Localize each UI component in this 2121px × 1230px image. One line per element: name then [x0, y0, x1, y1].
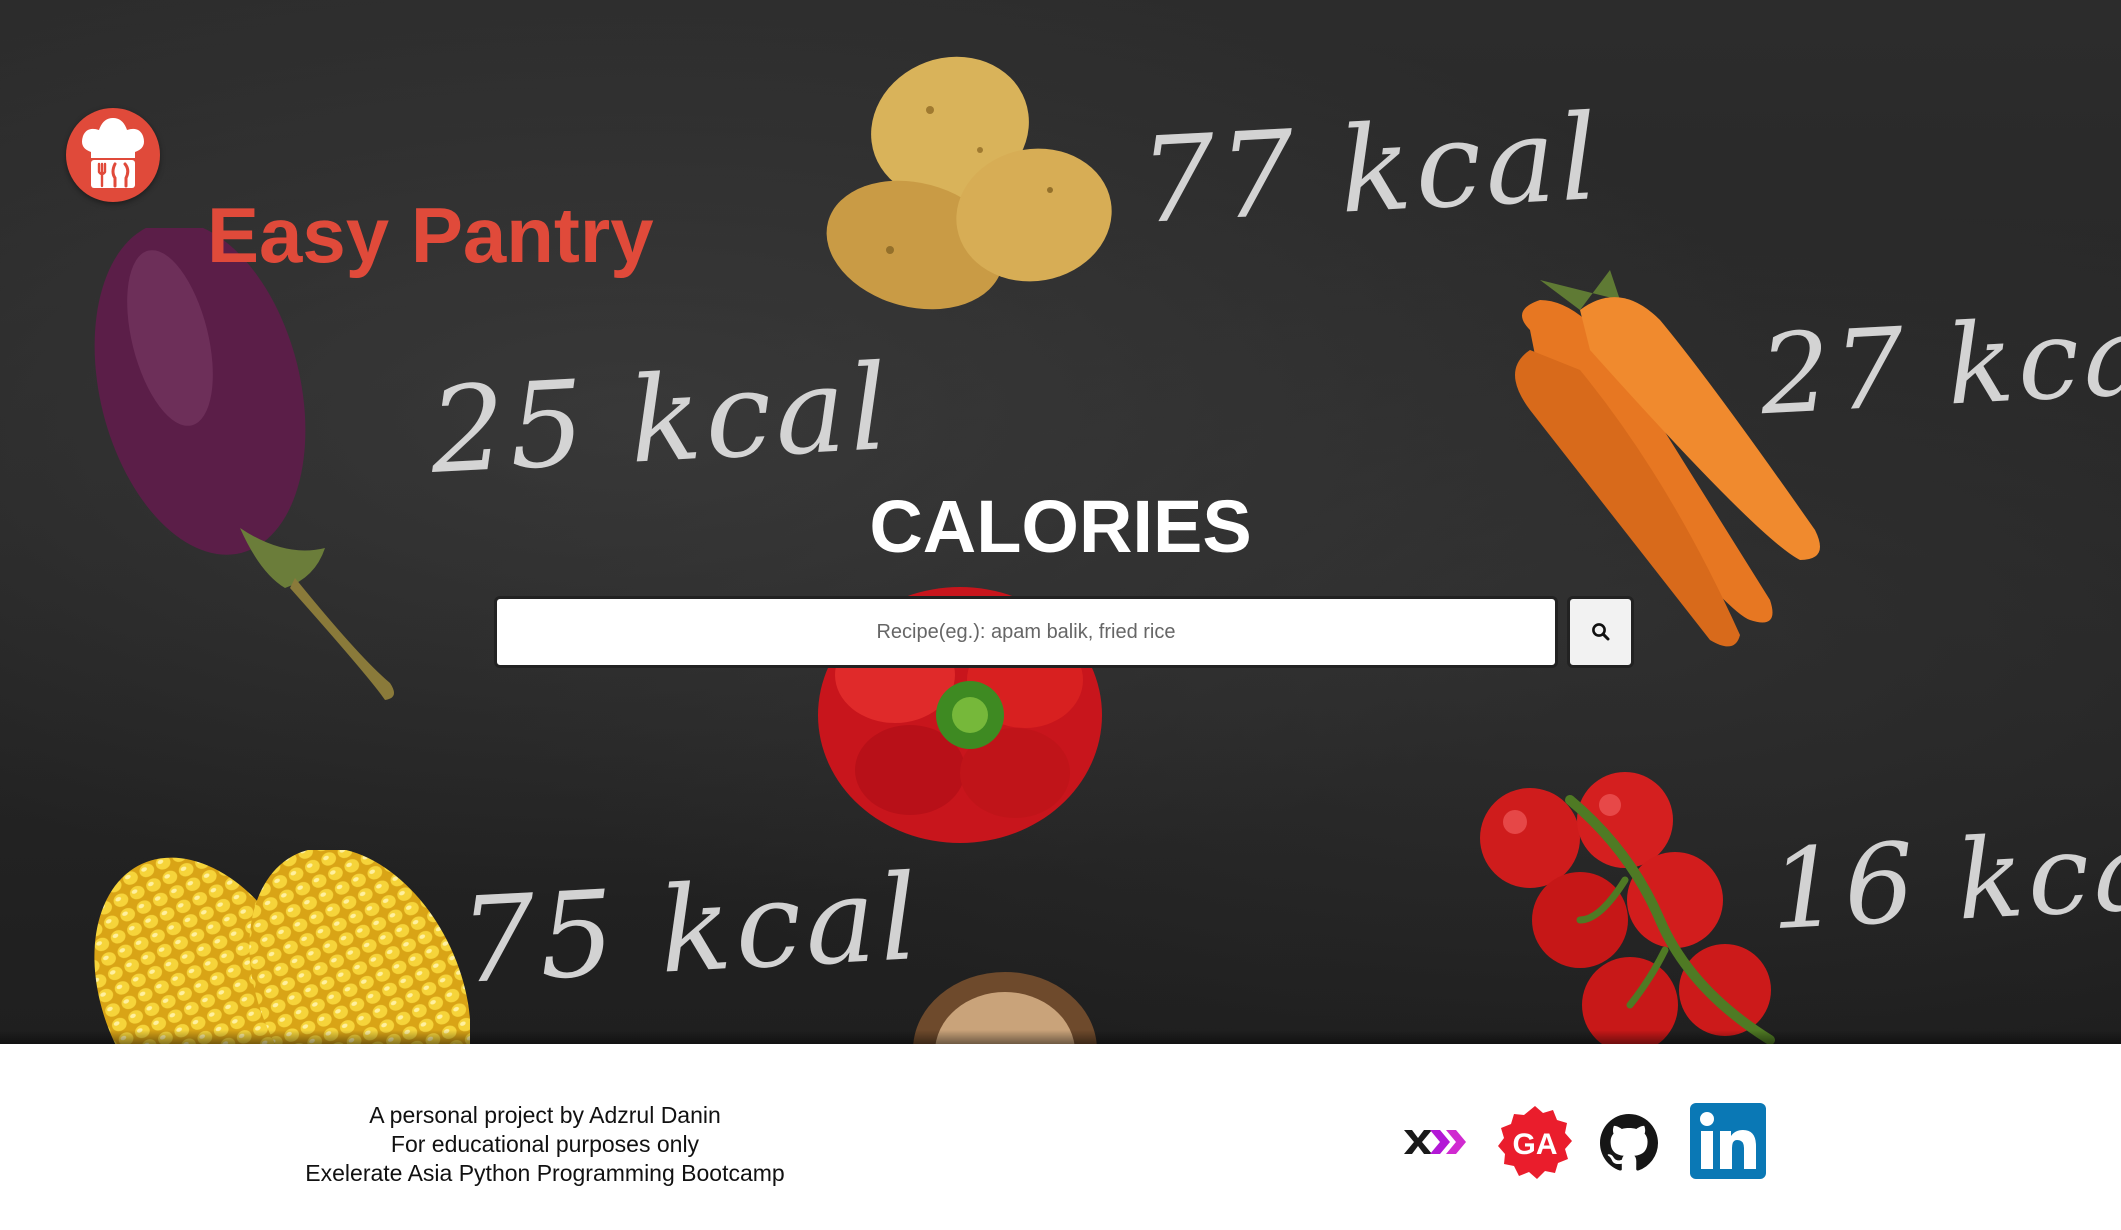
svg-text:GA: GA	[1513, 1128, 1558, 1161]
exelerate-logo-icon[interactable]	[1400, 1126, 1470, 1163]
hero-banner: 77 kcal 25 kcal 27 kcal 75 kcal 16 kcal	[0, 0, 2121, 1044]
tomato-image	[1480, 772, 1775, 1044]
brand-name[interactable]: Easy Pantry	[207, 190, 654, 281]
eggplant-image	[94, 228, 394, 700]
linkedin-logo-icon[interactable]	[1690, 1103, 1766, 1184]
chalk-label-tomato: 16 kcal	[1766, 803, 2121, 955]
chalk-label-corn: 75 kcal	[456, 848, 925, 1010]
recipe-search-input[interactable]	[494, 596, 1558, 668]
search-icon	[1591, 623, 1609, 641]
footer-line-bootcamp: Exelerate Asia Python Programming Bootca…	[305, 1160, 785, 1186]
page-title: CALORIES	[869, 485, 1252, 568]
footer-line-purpose: For educational purposes only	[390, 1131, 700, 1157]
footer-credits: A personal project by Adzrul Danin For e…	[240, 1101, 850, 1188]
footer-line-author: A personal project by Adzrul Danin	[369, 1102, 721, 1128]
corn-image	[94, 850, 470, 1044]
potato-image	[826, 56, 1112, 310]
chalk-label-eggplant: 25 kcal	[426, 338, 895, 500]
logo[interactable]	[66, 108, 160, 202]
chef-hat-utensils-icon	[82, 118, 144, 188]
chalk-label-potato: 77 kcal	[1136, 88, 1605, 250]
mushroom-image	[913, 972, 1097, 1044]
search-button[interactable]	[1567, 596, 1634, 668]
github-logo-icon[interactable]	[1600, 1114, 1658, 1177]
general-assembly-logo-icon[interactable]: GA	[1496, 1104, 1574, 1187]
